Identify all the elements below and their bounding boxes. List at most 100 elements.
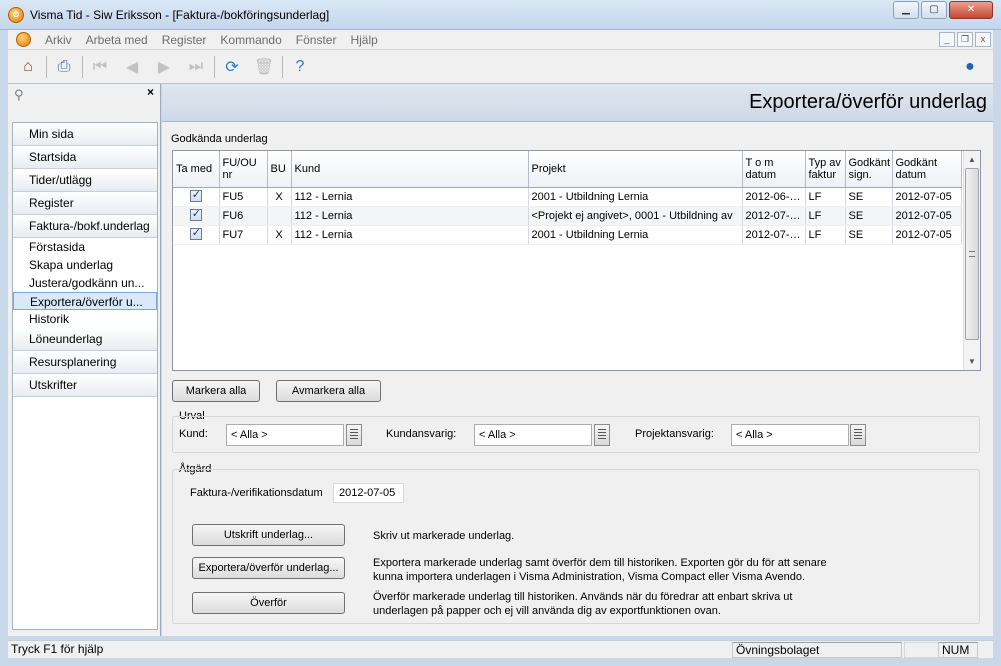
nav-item-faktura-bokf-underlag[interactable]: Faktura-/bokf.underlag xyxy=(13,215,157,238)
scroll-up-icon[interactable]: ▲ xyxy=(964,151,980,168)
nav-item-utskrifter[interactable]: Utskrifter xyxy=(13,374,157,397)
cell-kund: 112 - Lernia xyxy=(291,187,529,207)
transfer-description-line-2: underlagen på papper och ej vill använda… xyxy=(373,605,721,617)
cell-nr: FU7 xyxy=(219,225,268,245)
nav-item-resursplanering[interactable]: Resursplanering xyxy=(13,351,157,374)
globe-icon[interactable]: ● xyxy=(958,55,982,79)
export-description-line-2: kunna importera underlagen i Visma Admin… xyxy=(373,571,806,583)
kund-label: Kund: xyxy=(179,428,208,440)
nav-item-tider-utlagg[interactable]: Tider/utlägg xyxy=(13,169,157,192)
menu-fonster[interactable]: Fönster xyxy=(289,33,344,47)
pin-icon[interactable]: ⚲ xyxy=(14,87,24,103)
col-tom-datum[interactable]: T o m datum xyxy=(742,151,806,188)
col-fu-ou-nr[interactable]: FU/OU nr xyxy=(219,151,268,188)
next-record-icon[interactable]: ▶ xyxy=(152,55,176,79)
cell-tom-datum: 2012-07-04 xyxy=(742,206,806,226)
nav-sub-justera-godkann[interactable]: Justera/godkänn un... xyxy=(13,274,157,292)
menu-kommando[interactable]: Kommando xyxy=(213,33,288,47)
mdi-restore-button[interactable]: ❐ xyxy=(957,32,973,47)
cell-projekt: 2001 - Utbildning Lernia xyxy=(528,187,743,207)
include-checkbox[interactable] xyxy=(189,226,202,240)
window-title: Visma Tid - Siw Eriksson - [Faktura-/bok… xyxy=(30,8,330,22)
scroll-thumb[interactable] xyxy=(965,168,979,340)
export-description-line-1: Exportera markerade underlag samt överfö… xyxy=(373,557,827,569)
navigation-list: Min sida Startsida Tider/utlägg Register… xyxy=(12,122,158,630)
main-content: Exportera/överför underlag Godkända unde… xyxy=(162,84,993,636)
nav-sub-exportera-overfor[interactable]: Exportera/överför u... xyxy=(13,292,157,310)
cell-godkant-datum: 2012-07-05 xyxy=(892,225,962,245)
help-icon[interactable]: ? xyxy=(288,55,312,79)
status-help-text: Tryck F1 för hjälp xyxy=(11,642,104,656)
underlag-grid: Ta med FU/OU nr BU Kund Projekt T o m da… xyxy=(172,150,981,371)
kundansvarig-list-icon[interactable] xyxy=(594,424,610,446)
cell-tom-datum: 2012-06-18 xyxy=(742,187,806,207)
col-godkant-datum[interactable]: Godkänt datum xyxy=(892,151,962,188)
cell-typ: LF xyxy=(805,206,846,226)
refresh-icon[interactable]: ⟳ xyxy=(220,55,244,79)
grid-label: Godkända underlag xyxy=(171,133,268,145)
projektansvarig-list-icon[interactable] xyxy=(850,424,866,446)
last-record-icon[interactable]: ⏭ xyxy=(184,55,208,79)
col-godkant-sign[interactable]: Godkänt sign. xyxy=(845,151,893,188)
kund-list-icon[interactable] xyxy=(346,424,362,446)
nav-item-min-sida[interactable]: Min sida xyxy=(13,123,157,146)
previous-record-icon[interactable]: ◀ xyxy=(120,55,144,79)
print-underlag-button[interactable]: Utskrift underlag... xyxy=(192,524,345,546)
table-row[interactable]: FU6 112 - Lernia <Projekt ej angivet>, 0… xyxy=(173,206,962,226)
cell-projekt: 2001 - Utbildning Lernia xyxy=(528,225,743,245)
nav-item-loneunderlag[interactable]: Löneunderlag xyxy=(13,328,157,351)
col-typ-av-faktur[interactable]: Typ av faktur xyxy=(805,151,846,188)
first-record-icon[interactable]: ⏮ xyxy=(88,55,112,79)
kundansvarig-select[interactable]: < Alla > xyxy=(474,424,592,446)
col-ta-med[interactable]: Ta med xyxy=(173,151,220,188)
close-panel-icon[interactable]: × xyxy=(147,85,154,99)
projektansvarig-label: Projektansvarig: xyxy=(635,428,714,440)
home-icon[interactable]: ⌂ xyxy=(16,55,40,79)
nav-item-startsida[interactable]: Startsida xyxy=(13,146,157,169)
nav-sub-forstasida[interactable]: Förstasida xyxy=(13,238,157,256)
col-bu[interactable]: BU xyxy=(267,151,292,188)
mdi-minimize-button[interactable]: _ xyxy=(939,32,955,47)
table-row[interactable]: FU5 X 112 - Lernia 2001 - Utbildning Ler… xyxy=(173,187,962,207)
delete-icon[interactable]: 🗑 xyxy=(252,55,276,79)
menu-register[interactable]: Register xyxy=(155,33,214,47)
cell-bu: X xyxy=(267,225,292,245)
menu-arbeta-med[interactable]: Arbeta med xyxy=(79,33,155,47)
cell-nr: FU6 xyxy=(219,206,268,226)
table-row[interactable]: FU7 X 112 - Lernia 2001 - Utbildning Ler… xyxy=(173,225,962,245)
nav-item-register[interactable]: Register xyxy=(13,192,157,215)
nav-sub-historik[interactable]: Historik xyxy=(13,310,157,328)
app-logo-icon: ⏱ xyxy=(8,7,24,23)
document-menu-icon[interactable] xyxy=(16,32,31,47)
col-projekt[interactable]: Projekt xyxy=(528,151,743,188)
include-checkbox[interactable] xyxy=(189,188,202,202)
unmark-all-button[interactable]: Avmarkera alla xyxy=(276,380,381,402)
projektansvarig-select[interactable]: < Alla > xyxy=(731,424,849,446)
cell-kund: 112 - Lernia xyxy=(291,225,529,245)
menu-hjalp[interactable]: Hjälp xyxy=(343,33,384,47)
export-underlag-button[interactable]: Exportera/överför underlag... xyxy=(192,557,345,579)
kund-select[interactable]: < Alla > xyxy=(226,424,344,446)
cell-sign: SE xyxy=(845,225,893,245)
mdi-close-button[interactable]: x xyxy=(975,32,991,47)
transfer-button[interactable]: Överför xyxy=(192,592,345,614)
minimize-button[interactable]: ▁ xyxy=(893,1,919,19)
page-title: Exportera/överför underlag xyxy=(749,91,987,113)
status-num: NUM xyxy=(938,642,978,658)
maximize-button[interactable]: ▢ xyxy=(921,1,947,19)
print-icon[interactable]: ⎙ xyxy=(52,55,76,79)
title-bar: ⏱ Visma Tid - Siw Eriksson - [Faktura-/b… xyxy=(0,0,1001,30)
menu-arkiv[interactable]: Arkiv xyxy=(38,33,79,47)
col-kund[interactable]: Kund xyxy=(291,151,529,188)
cell-godkant-datum: 2012-07-05 xyxy=(892,206,962,226)
scroll-down-icon[interactable]: ▼ xyxy=(964,353,980,370)
verification-date-input[interactable]: 2012-07-05 xyxy=(333,483,404,503)
nav-sub-skapa-underlag[interactable]: Skapa underlag xyxy=(13,256,157,274)
grid-scrollbar[interactable]: ▲ ▼ xyxy=(963,151,980,370)
close-button[interactable]: ✕ xyxy=(949,1,993,19)
menu-bar: Arkiv Arbeta med Register Kommando Fönst… xyxy=(8,30,993,50)
cell-nr: FU5 xyxy=(219,187,268,207)
grid-header-row: Ta med FU/OU nr BU Kund Projekt T o m da… xyxy=(173,151,962,188)
include-checkbox[interactable] xyxy=(189,207,202,221)
mark-all-button[interactable]: Markera alla xyxy=(172,380,260,402)
